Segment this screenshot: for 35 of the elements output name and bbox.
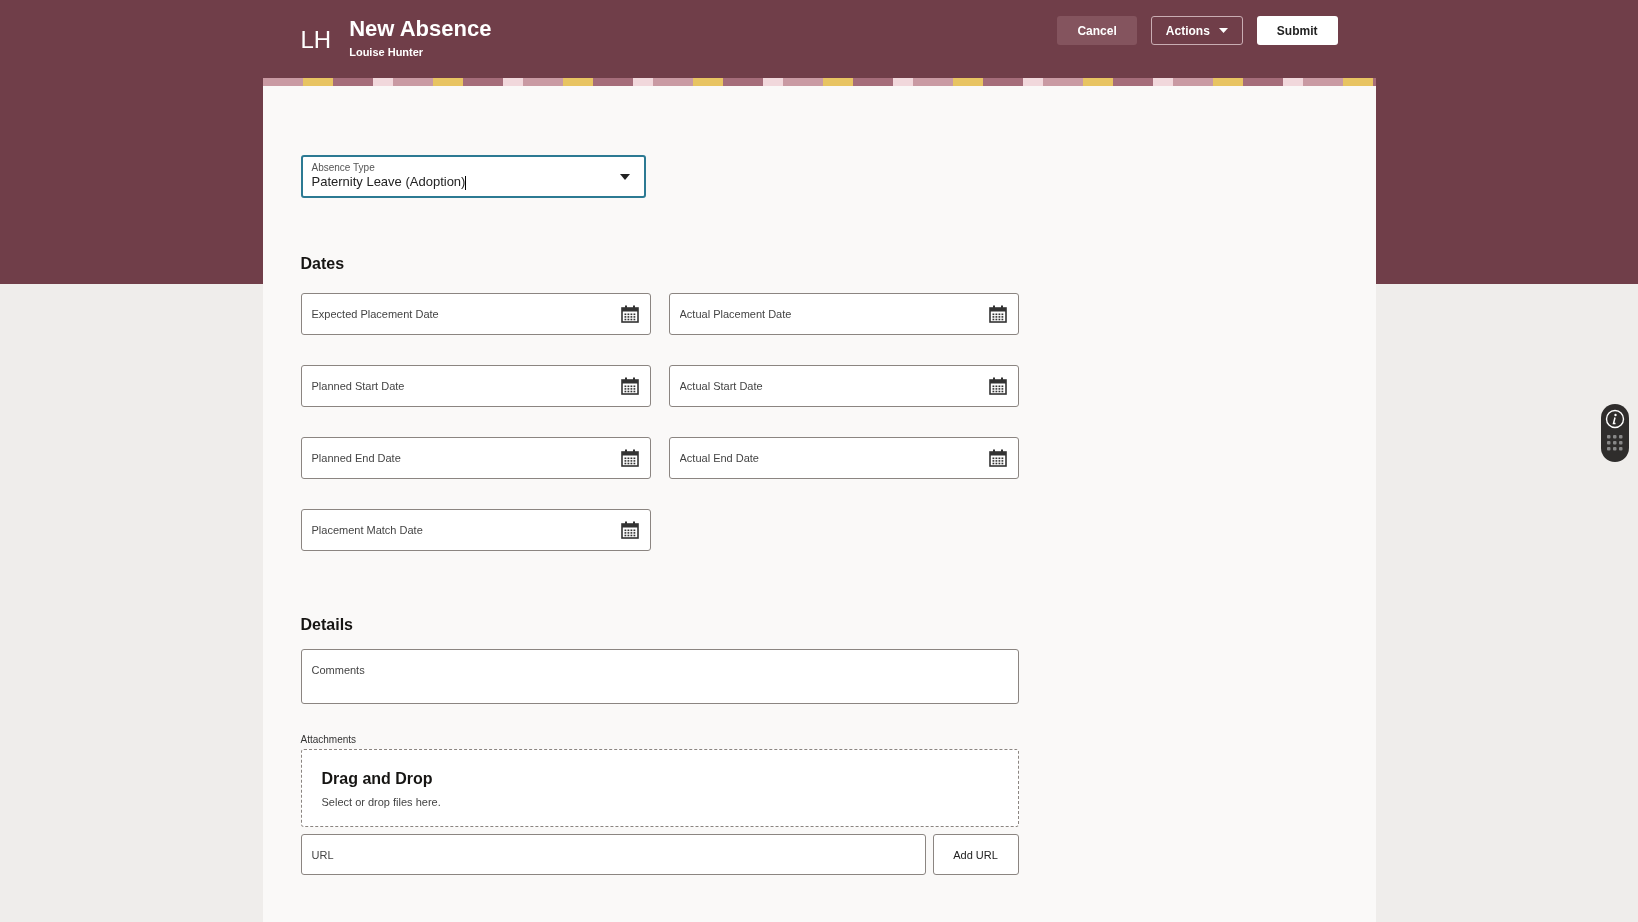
grid-dots-icon	[1607, 435, 1623, 451]
calendar-icon	[988, 377, 1007, 395]
calendar-icon	[620, 449, 639, 467]
date-field[interactable]: Actual Placement Date	[668, 293, 1019, 335]
absence-type-select[interactable]: Absence Type Paternity Leave (Adoption)	[300, 155, 646, 198]
employee-name: Louise Hunter	[349, 46, 425, 58]
date-field[interactable]: Planned End Date	[300, 437, 651, 479]
drop-zone-hint: Select or drop files here.	[321, 796, 442, 808]
section-heading: Dates	[300, 255, 346, 273]
calendar-icon	[620, 521, 639, 539]
date-field[interactable]: Expected Placement Date	[300, 293, 651, 335]
comments-field[interactable]: Comments	[300, 649, 1019, 704]
section-heading: Details	[300, 616, 354, 634]
caret-icon	[1218, 28, 1228, 33]
date-field[interactable]: Actual End Date	[668, 437, 1019, 479]
submit-button[interactable]: Submit	[1256, 16, 1338, 45]
info-icon	[1605, 409, 1625, 429]
calendar-icon	[620, 377, 639, 395]
calendar-icon	[988, 305, 1007, 323]
actions-menu-button[interactable]: Actions	[1150, 16, 1243, 45]
date-field[interactable]: Placement Match Date	[300, 509, 651, 551]
cancel-button[interactable]: Cancel	[1057, 16, 1137, 45]
drop-zone-title: Drag and Drop	[321, 770, 434, 788]
page-title: New Absence	[349, 16, 492, 42]
url-field[interactable]: URL	[300, 834, 926, 875]
calendar-icon	[620, 305, 639, 323]
help-widget[interactable]	[1601, 404, 1629, 462]
date-field[interactable]: Actual Start Date	[668, 365, 1019, 407]
add-url-button[interactable]: Add URL	[932, 834, 1019, 875]
drop-zone[interactable]: Drag and Drop Select or drop files here.	[300, 749, 1019, 827]
dropdown-caret-icon	[619, 174, 630, 180]
date-field[interactable]: Planned Start Date	[300, 365, 651, 407]
calendar-icon	[988, 449, 1007, 467]
user-initials: LH	[300, 26, 332, 54]
attachments-label: Attachments	[300, 734, 358, 745]
